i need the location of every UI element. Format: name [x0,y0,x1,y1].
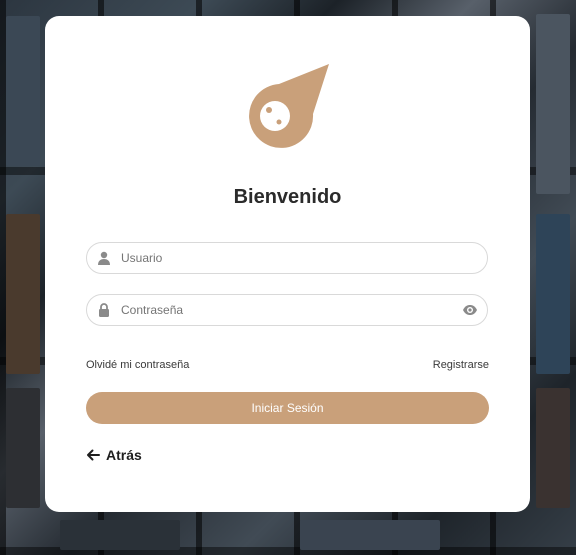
register-link[interactable]: Registrarse [433,359,489,371]
login-button[interactable]: Iniciar Sesión [86,392,489,424]
comet-icon [245,64,329,148]
background-tile [300,520,440,550]
password-input[interactable] [119,302,462,318]
background-tile [536,388,570,508]
background-tile [6,388,40,508]
back-label: Atrás [106,447,142,463]
lock-icon [97,303,111,317]
username-input[interactable] [119,250,487,266]
forgot-password-link[interactable]: Olvidé mi contraseña [86,359,189,371]
background-tile [6,16,40,166]
background-tile [536,214,570,374]
username-field[interactable] [86,242,488,274]
user-icon [97,251,111,265]
background-tile [536,14,570,194]
back-button[interactable]: Atrás [86,447,142,463]
login-card: Bienvenido Olvidé mi contraseña Regi [45,16,530,512]
background-tile [6,214,40,374]
arrow-left-icon [86,448,100,462]
page-title: Bienvenido [233,186,342,208]
background-tile [60,520,180,550]
password-field[interactable] [86,294,488,326]
eye-icon[interactable] [462,302,478,318]
